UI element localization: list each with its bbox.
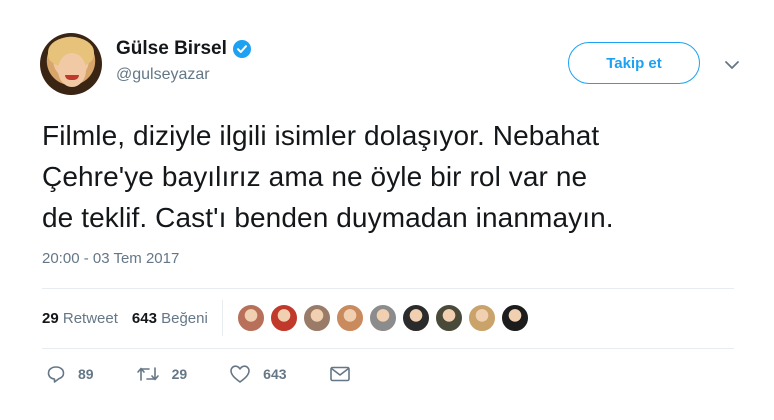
heart-icon [230,365,250,383]
divider [42,288,734,289]
author-name-row: Gülse Birsel [116,38,251,60]
chevron-down-icon[interactable] [723,56,741,74]
liker-avatar[interactable] [401,304,430,332]
tweet-line: Filmle, diziyle ilgili isimler dolaşıyor… [42,120,600,151]
liker-avatars [236,304,529,332]
tweet-line: Çehre'ye bayılırız ama ne öyle bir rol v… [42,161,588,192]
liker-avatar[interactable] [500,304,529,332]
liker-avatar[interactable] [368,304,397,332]
liker-avatar[interactable] [467,304,496,332]
liker-avatar[interactable] [236,304,265,332]
like-stat[interactable]: 643 Beğeni [132,310,208,327]
avatar-face [58,53,86,87]
retweet-stat-label: Retweet [62,309,118,327]
reply-icon [47,366,65,383]
verified-badge-icon [232,40,251,58]
retweet-icon [136,367,159,381]
retweet-button[interactable]: 29 [136,364,188,384]
liker-avatar[interactable] [335,304,364,332]
author-avatar[interactable] [40,33,102,95]
like-stat-count: 643 [131,309,157,327]
liker-avatar[interactable] [302,304,331,332]
tweet-actions: 89 29 643 [46,364,393,384]
envelope-icon [329,366,350,382]
tweet-text: Filmle, diziyle ilgili isimler dolaşıyor… [42,115,757,238]
liker-avatar[interactable] [269,304,298,332]
retweet-stat-count: 29 [42,309,59,327]
divider [42,348,734,349]
tweet-line: de teklif. Cast'ı benden duymadan inanma… [42,202,614,233]
author-name[interactable]: Gülse Birsel [116,38,227,60]
like-button[interactable]: 643 [229,364,287,384]
follow-button[interactable]: Takip et [568,42,700,84]
reply-count: 89 [78,366,94,382]
retweet-count: 29 [171,366,188,382]
tweet-header: Gülse Birsel @gulseyazar Takip et [40,30,750,100]
reply-button[interactable]: 89 [46,364,94,384]
like-stat-label: Beğeni [161,309,208,327]
like-count: 643 [263,366,287,382]
retweet-stat[interactable]: 29 Retweet [42,310,118,327]
author-handle[interactable]: @gulseyazar [116,66,210,84]
tweet-stats: 29 Retweet 643 Beğeni [42,300,529,336]
tweet-timestamp[interactable]: 20:00 - 03 Tem 2017 [42,250,179,267]
direct-message-button[interactable] [329,365,351,383]
stats-separator [221,300,223,336]
liker-avatar[interactable] [434,304,463,332]
